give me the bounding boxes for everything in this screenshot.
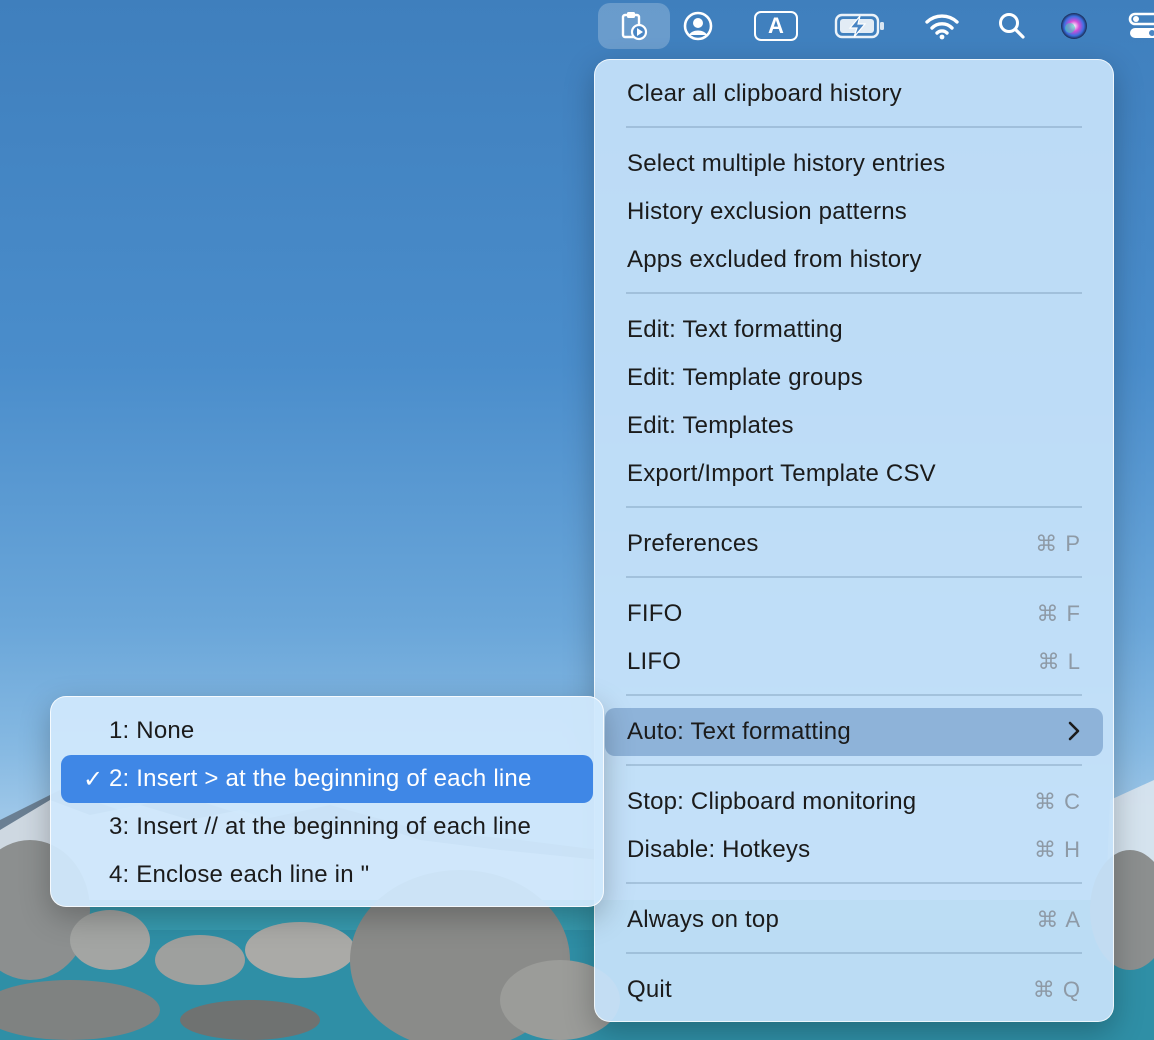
- always-on-top-menu-item[interactable]: Always on top ⌘ A: [605, 896, 1103, 944]
- siri-icon[interactable]: [1046, 6, 1102, 46]
- edit-template-groups-menu-item[interactable]: Edit: Template groups: [605, 354, 1103, 402]
- submenu-item-label: 3: Insert // at the beginning of each li…: [109, 813, 532, 840]
- keyboard-shortcut: ⌘ F: [1036, 601, 1081, 626]
- keyboard-shortcut: ⌘ Q: [1032, 977, 1081, 1002]
- user-account-icon[interactable]: [670, 6, 726, 46]
- menu-separator: [626, 694, 1082, 696]
- submenu-item-insert-gt[interactable]: ✓ 2: Insert > at the beginning of each l…: [61, 755, 593, 803]
- menu-item-label: Export/Import Template CSV: [627, 460, 936, 487]
- menu-item-label: Preferences: [627, 530, 759, 557]
- battery-charging-icon[interactable]: [832, 6, 888, 46]
- menu-item-label: Edit: Templates: [627, 412, 794, 439]
- menu-item-label: History exclusion patterns: [627, 198, 907, 225]
- spotlight-search-icon[interactable]: [984, 6, 1040, 46]
- input-source-letter: A: [754, 11, 798, 41]
- menu-item-label: Select multiple history entries: [627, 150, 946, 177]
- menu-separator: [626, 292, 1082, 294]
- apps-excluded-menu-item[interactable]: Apps excluded from history: [605, 236, 1103, 284]
- submenu-item-label: 4: Enclose each line in ": [109, 861, 370, 888]
- wifi-icon[interactable]: [914, 6, 970, 46]
- menu-separator: [626, 952, 1082, 954]
- edit-templates-menu-item[interactable]: Edit: Templates: [605, 402, 1103, 450]
- exclusion-patterns-menu-item[interactable]: History exclusion patterns: [605, 188, 1103, 236]
- clear-history-menu-item[interactable]: Clear all clipboard history: [605, 70, 1103, 118]
- menu-item-label: Apps excluded from history: [627, 246, 922, 273]
- menu-item-label: Always on top: [627, 906, 780, 933]
- auto-text-formatting-menu-item[interactable]: Auto: Text formatting: [605, 708, 1103, 756]
- clipboard-app-menu: Clear all clipboard history Select multi…: [594, 59, 1114, 1022]
- stop-monitoring-menu-item[interactable]: Stop: Clipboard monitoring ⌘ C: [605, 778, 1103, 826]
- menu-item-label: Clear all clipboard history: [627, 80, 902, 107]
- keyboard-shortcut: ⌘ H: [1034, 837, 1081, 862]
- disable-hotkeys-menu-item[interactable]: Disable: Hotkeys ⌘ H: [605, 826, 1103, 874]
- select-multiple-menu-item[interactable]: Select multiple history entries: [605, 140, 1103, 188]
- menu-item-label: Edit: Text formatting: [627, 316, 843, 343]
- menu-item-label: Auto: Text formatting: [627, 718, 851, 745]
- auto-text-formatting-submenu: 1: None ✓ 2: Insert > at the beginning o…: [50, 696, 604, 907]
- input-source-icon[interactable]: A: [748, 6, 804, 46]
- submenu-item-label: 1: None: [109, 717, 195, 744]
- menu-separator: [626, 882, 1082, 884]
- quit-menu-item[interactable]: Quit ⌘ Q: [605, 966, 1103, 1014]
- preferences-menu-item[interactable]: Preferences ⌘ P: [605, 520, 1103, 568]
- menu-separator: [626, 576, 1082, 578]
- menu-item-label: Edit: Template groups: [627, 364, 863, 391]
- lifo-menu-item[interactable]: LIFO ⌘ L: [605, 638, 1103, 686]
- menu-separator: [626, 126, 1082, 128]
- chevron-right-icon: [1067, 717, 1081, 748]
- submenu-item-label: 2: Insert > at the beginning of each lin…: [109, 765, 532, 792]
- fifo-menu-item[interactable]: FIFO ⌘ F: [605, 590, 1103, 638]
- keyboard-shortcut: ⌘ C: [1034, 789, 1081, 814]
- control-center-icon[interactable]: [1118, 6, 1154, 46]
- menu-item-label: LIFO: [627, 648, 682, 675]
- menu-bar: A: [0, 0, 1154, 52]
- menu-separator: [626, 506, 1082, 508]
- checkmark-icon: ✓: [83, 765, 104, 793]
- submenu-item-none[interactable]: 1: None: [61, 707, 593, 755]
- keyboard-shortcut: ⌘ A: [1036, 907, 1081, 932]
- export-import-csv-menu-item[interactable]: Export/Import Template CSV: [605, 450, 1103, 498]
- menu-separator: [626, 764, 1082, 766]
- menu-item-label: Quit: [627, 976, 672, 1003]
- keyboard-shortcut: ⌘ L: [1037, 649, 1081, 674]
- menu-item-label: Disable: Hotkeys: [627, 836, 811, 863]
- menu-item-label: FIFO: [627, 600, 683, 627]
- keyboard-shortcut: ⌘ P: [1035, 531, 1081, 556]
- submenu-item-insert-slashes[interactable]: 3: Insert // at the beginning of each li…: [61, 803, 593, 851]
- edit-text-formatting-menu-item[interactable]: Edit: Text formatting: [605, 306, 1103, 354]
- submenu-item-enclose-quotes[interactable]: 4: Enclose each line in ": [61, 851, 593, 899]
- clipboard-app-icon[interactable]: [598, 3, 670, 49]
- menu-item-label: Stop: Clipboard monitoring: [627, 788, 917, 815]
